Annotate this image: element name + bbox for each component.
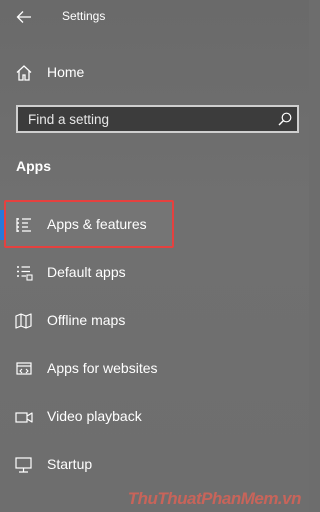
nav-item-apps-for-websites[interactable]: Apps for websites (0, 354, 309, 384)
nav-item-label: Apps & features (47, 216, 147, 232)
search-icon[interactable] (277, 111, 293, 127)
apps-list-icon (14, 216, 34, 234)
search-input[interactable] (18, 107, 273, 131)
section-title: Apps (16, 158, 51, 174)
nav-item-video-playback[interactable]: Video playback (0, 402, 309, 432)
nav-item-label: Startup (47, 456, 93, 472)
nav-item-label: Default apps (47, 264, 126, 280)
window-title: Settings (62, 9, 106, 23)
arrow-left-icon (16, 11, 31, 23)
nav-item-default-apps[interactable]: Default apps (0, 258, 309, 288)
title-bar: Settings (0, 0, 309, 34)
nav-item-label: Video playback (47, 408, 142, 424)
nav-item-label: Apps for websites (47, 360, 158, 376)
home-icon (14, 64, 34, 82)
nav-item-label: Offline maps (47, 312, 126, 328)
home-link[interactable]: Home (0, 58, 309, 88)
nav-item-offline-maps[interactable]: Offline maps (0, 306, 309, 336)
settings-panel: Settings Home Apps Apps & feat (0, 0, 309, 512)
back-button[interactable] (14, 8, 34, 26)
default-apps-icon (14, 264, 34, 282)
map-icon (14, 312, 34, 330)
video-icon (14, 408, 34, 426)
watermark-text: ThuThuatPhanMem.vn (127, 489, 302, 508)
apps-websites-icon (14, 360, 34, 378)
watermark: ThuThuatPhanMem.vn (127, 489, 302, 509)
home-label: Home (47, 64, 85, 80)
search-box[interactable] (16, 105, 299, 133)
startup-icon (14, 456, 34, 474)
nav-item-apps-features[interactable]: Apps & features (0, 210, 309, 240)
nav-item-startup[interactable]: Startup (0, 450, 309, 480)
